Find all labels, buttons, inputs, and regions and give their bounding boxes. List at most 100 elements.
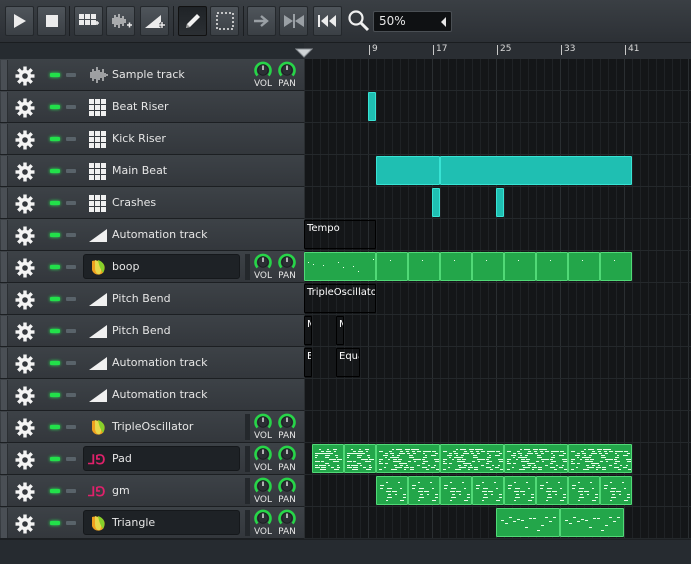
solo-toggle[interactable] [66,361,76,365]
pattern-clip[interactable] [504,444,568,473]
solo-toggle[interactable] [66,137,76,141]
pattern-clip[interactable] [312,444,344,473]
loop-points-button[interactable] [279,6,308,36]
automation-clip[interactable]: E [304,348,312,377]
panning-knob[interactable]: PAN [277,508,297,537]
track-drag-handle[interactable] [1,412,8,442]
solo-toggle[interactable] [66,233,76,237]
gear-icon[interactable] [15,418,35,438]
mute-toggle[interactable] [50,265,60,269]
gear-icon[interactable] [15,98,35,118]
automation-clip[interactable]: M [336,316,344,345]
volume-knob[interactable]: VOL [253,476,273,505]
pattern-clip[interactable] [568,476,600,505]
solo-toggle[interactable] [66,73,76,77]
mute-toggle[interactable] [50,489,60,493]
pattern-clip[interactable] [408,252,440,281]
horizontal-scroll-area[interactable] [0,539,691,564]
add-sample-track-button[interactable] [106,6,135,36]
track-header[interactable]: Automation track [0,219,304,251]
mute-toggle[interactable] [50,521,60,525]
track-header[interactable]: Pitch Bend [0,315,304,347]
gear-icon[interactable] [15,66,35,86]
track-header[interactable]: Kick Riser [0,123,304,155]
mute-toggle[interactable] [50,393,60,397]
mute-toggle[interactable] [50,457,60,461]
track-drag-handle[interactable] [1,476,8,506]
track-header[interactable]: boop VOL PAN [0,251,304,283]
solo-toggle[interactable] [66,521,76,525]
solo-toggle[interactable] [66,297,76,301]
beat-clip[interactable] [496,188,504,217]
draw-mode-button[interactable] [178,6,207,36]
pattern-clip[interactable] [472,476,504,505]
gear-icon[interactable] [15,450,35,470]
volume-knob[interactable]: VOL [253,508,273,537]
pattern-clip[interactable] [376,252,408,281]
track-header[interactable]: Automation track [0,347,304,379]
track-drag-handle[interactable] [1,252,8,282]
add-automation-track-button[interactable] [140,6,169,36]
solo-toggle[interactable] [66,169,76,173]
track-header[interactable]: TripleOscillator VOL PAN [0,411,304,443]
track-header[interactable]: Automation track [0,379,304,411]
automation-clip[interactable]: Equa [336,348,360,377]
panning-knob[interactable]: PAN [277,444,297,473]
playhead-marker[interactable] [295,48,313,58]
mute-toggle[interactable] [50,169,60,173]
mute-toggle[interactable] [50,73,60,77]
solo-toggle[interactable] [66,329,76,333]
pattern-clip[interactable] [408,476,440,505]
volume-knob[interactable]: VOL [253,60,273,89]
timeline-ruler[interactable]: 9 17 25 33 41 [304,43,691,59]
beat-clip[interactable] [440,156,632,185]
solo-toggle[interactable] [66,201,76,205]
edit-mode-button[interactable] [210,6,239,36]
panning-knob[interactable]: PAN [277,412,297,441]
automation-clip[interactable]: TripleOscillator [304,284,376,313]
beat-clip[interactable] [432,188,440,217]
play-button[interactable] [5,6,34,36]
track-header[interactable]: Sample track VOL PAN [0,59,304,91]
mute-toggle[interactable] [50,137,60,141]
beat-clip[interactable] [376,156,440,185]
mute-toggle[interactable] [50,329,60,333]
gear-icon[interactable] [15,162,35,182]
solo-toggle[interactable] [66,425,76,429]
mute-toggle[interactable] [50,105,60,109]
pattern-clip[interactable] [376,444,440,473]
track-drag-handle[interactable] [1,348,8,378]
add-beat-button[interactable] [74,6,103,36]
auto-scroll-button[interactable] [247,6,276,36]
pattern-clip[interactable] [440,444,504,473]
solo-toggle[interactable] [66,457,76,461]
gear-icon[interactable] [15,226,35,246]
mute-toggle[interactable] [50,297,60,301]
mute-toggle[interactable] [50,201,60,205]
mute-toggle[interactable] [50,233,60,237]
pattern-clip[interactable] [304,252,376,281]
pattern-clip[interactable] [536,252,568,281]
pattern-clip[interactable] [472,252,504,281]
track-drag-handle[interactable] [1,60,8,90]
track-drag-handle[interactable] [1,156,8,186]
zoom-combobox[interactable]: 50% [373,11,452,32]
pattern-clip[interactable] [440,252,472,281]
track-header[interactable]: ⅃⅁ Pad VOL PAN [0,443,304,475]
gear-icon[interactable] [15,258,35,278]
stop-behaviour-button[interactable] [313,6,342,36]
pattern-clip[interactable] [600,252,632,281]
solo-toggle[interactable] [66,393,76,397]
track-drag-handle[interactable] [1,124,8,154]
stop-button[interactable] [37,6,66,36]
pattern-clip[interactable] [504,252,536,281]
track-drag-handle[interactable] [1,92,8,122]
pattern-clip[interactable] [560,508,624,537]
gear-icon[interactable] [15,482,35,502]
solo-toggle[interactable] [66,489,76,493]
volume-knob[interactable]: VOL [253,444,273,473]
automation-clip[interactable]: M [304,316,312,345]
track-drag-handle[interactable] [1,444,8,474]
track-header[interactable]: ⅃⅁ gm VOL PAN [0,475,304,507]
pattern-clip[interactable] [344,444,376,473]
